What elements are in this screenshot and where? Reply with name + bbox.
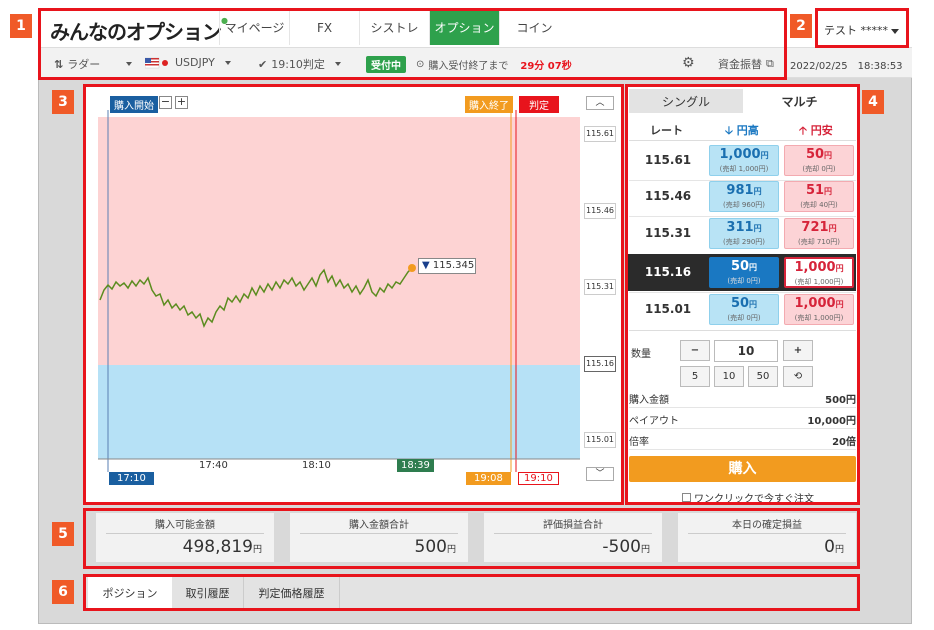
annotation-box-5 [83, 508, 860, 569]
annotation-box-1 [38, 8, 787, 80]
annotation-box-2 [815, 8, 909, 48]
badge-5: 5 [52, 522, 74, 546]
annotation-box-4 [625, 84, 860, 505]
badge-4: 4 [862, 90, 884, 114]
annotation-box-6 [83, 574, 860, 611]
annotation-box-3 [83, 84, 624, 505]
badge-6: 6 [52, 580, 74, 604]
badge-1: 1 [10, 14, 32, 38]
badge-3: 3 [52, 90, 74, 114]
badge-2: 2 [790, 14, 812, 38]
